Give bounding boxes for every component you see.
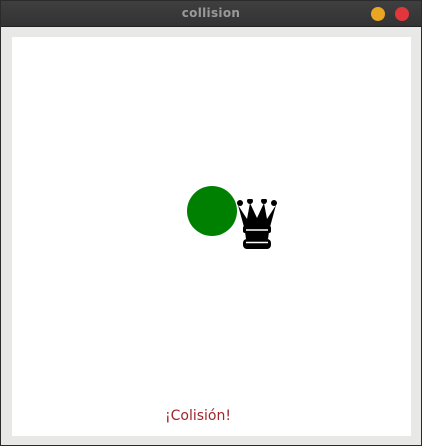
window-title: collision	[181, 6, 241, 20]
collision-status-text: ¡Colisión!	[165, 408, 231, 424]
game-canvas[interactable]: ¡Colisión!	[12, 37, 411, 436]
queen-shape	[237, 199, 277, 249]
title-bar[interactable]: collision	[1, 1, 421, 27]
green-circle[interactable]	[187, 186, 237, 236]
app-window: collision ¡Colisión!	[0, 0, 422, 446]
black-queen-icon[interactable]	[236, 199, 278, 251]
minimize-button[interactable]	[371, 7, 385, 21]
close-button[interactable]	[395, 7, 409, 21]
